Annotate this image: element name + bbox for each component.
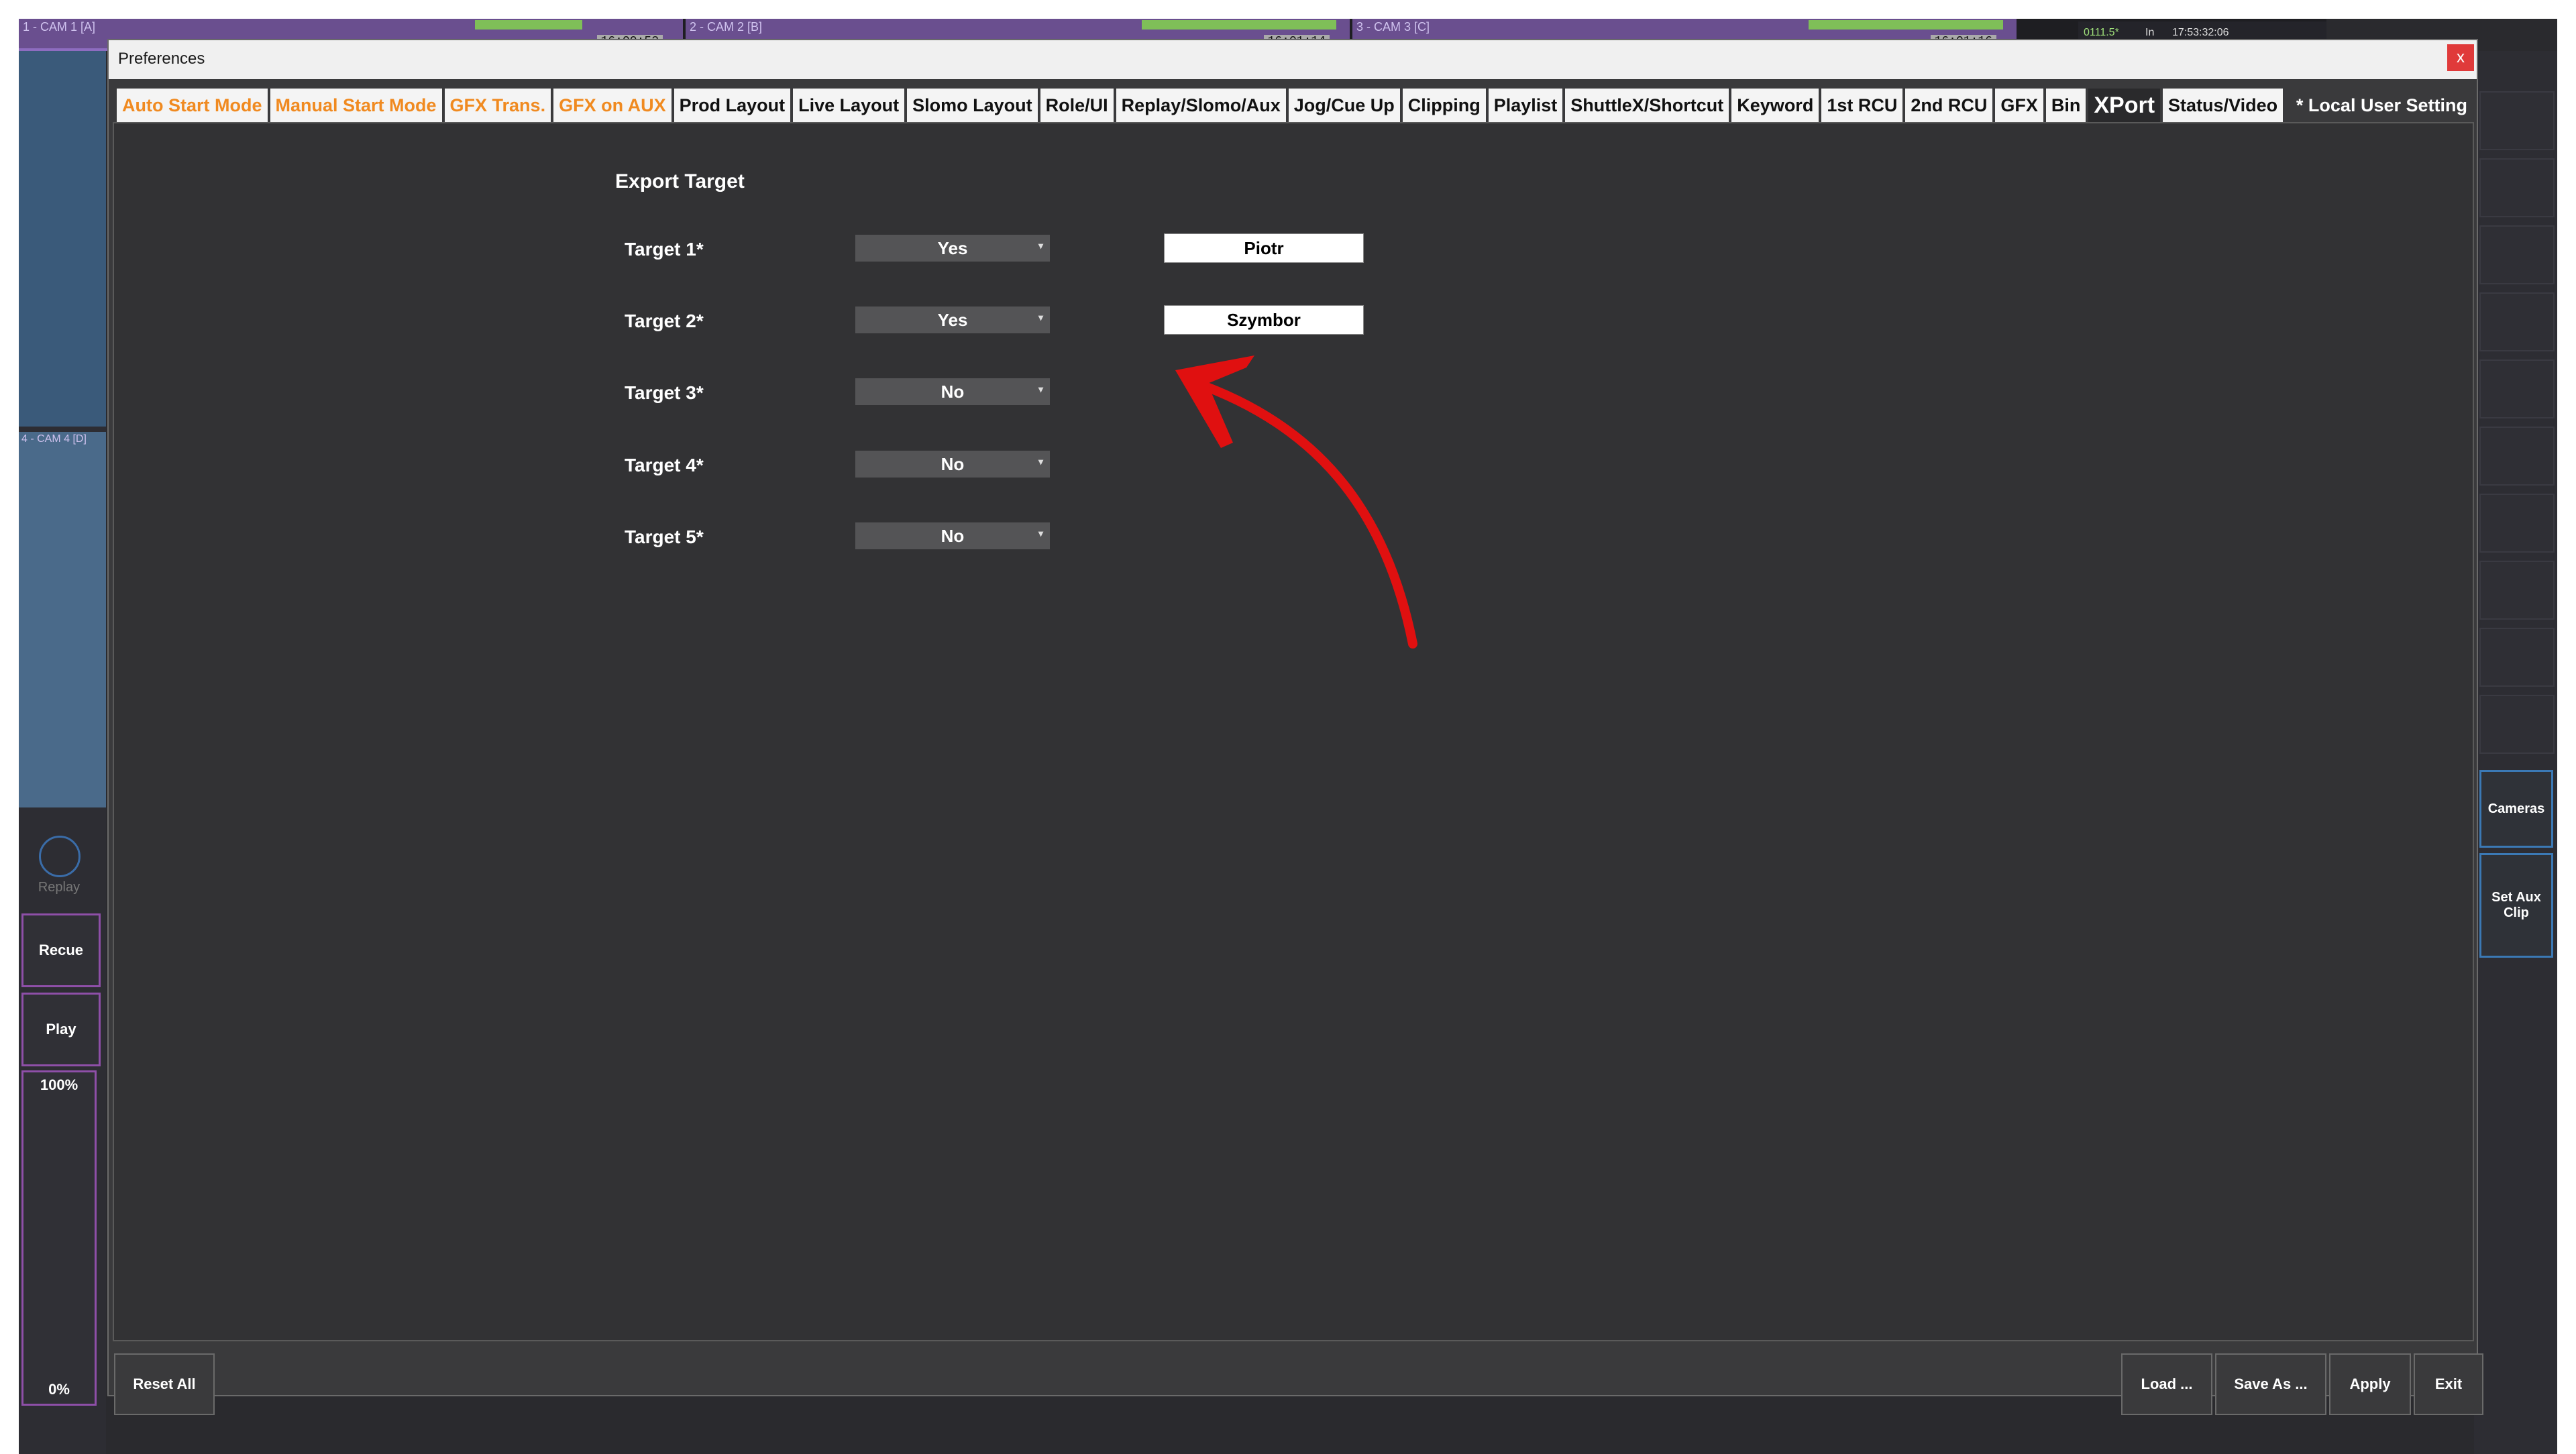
tab-manual-start-mode[interactable]: Manual Start Mode (270, 89, 442, 122)
audio-meter (475, 20, 582, 30)
tab-xport[interactable]: XPort (2088, 89, 2161, 122)
tab-2nd-rcu[interactable]: 2nd RCU (1905, 89, 1993, 122)
status-counter: 0111.5* (2084, 27, 2119, 38)
apply-button[interactable]: Apply (2329, 1353, 2411, 1415)
tab-status-video[interactable]: Status/Video (2163, 89, 2284, 122)
dropdown-value: Yes (937, 237, 968, 258)
target-1-dropdown[interactable]: Yes ▾ (855, 235, 1050, 262)
status-clock: 17:53:32:06 (2172, 27, 2229, 38)
monitor-label: 4 - CAM 4 [D] (21, 433, 87, 445)
speed-min-label: 0% (48, 1381, 70, 1398)
panel-slot[interactable] (2479, 494, 2555, 553)
right-control-panel: Cameras Set Aux Clip (2474, 51, 2557, 1454)
camera-preview-cam4: 4 - CAM 4 [D] (19, 432, 106, 807)
replay-label: Replay (38, 880, 80, 895)
dialog-titlebar: Preferences x (109, 40, 2477, 79)
tab-auto-start-mode[interactable]: Auto Start Mode (117, 89, 268, 122)
panel-slot[interactable] (2479, 561, 2555, 620)
dropdown-value: Yes (937, 309, 968, 330)
set-aux-clip-button[interactable]: Set Aux Clip (2479, 853, 2553, 958)
panel-slot[interactable] (2479, 695, 2555, 754)
dropdown-value: No (941, 453, 965, 474)
tab-gfx-trans[interactable]: GFX Trans. (444, 89, 551, 122)
target-5-label: Target 5* (625, 526, 704, 547)
section-title: Export Target (615, 170, 745, 192)
left-control-panel: 4 - CAM 4 [D] Replay Recue Play 100% 0% (19, 51, 106, 1454)
preferences-tab-bar: Auto Start Mode Manual Start Mode GFX Tran… (117, 89, 2286, 122)
monitor-label: 2 - CAM 2 [B] (690, 20, 763, 34)
exit-button[interactable]: Exit (2414, 1353, 2483, 1415)
dialog-title: Preferences (118, 50, 205, 68)
target-4-dropdown[interactable]: No ▾ (855, 451, 1050, 478)
target-1-name-field[interactable]: Piotr (1164, 233, 1364, 263)
monitor-label: 3 - CAM 3 [C] (1356, 20, 1430, 34)
replay-dial-icon[interactable] (39, 836, 80, 877)
panel-slot[interactable] (2479, 292, 2555, 351)
target-2-label: Target 2* (625, 311, 704, 331)
target-1-label: Target 1* (625, 239, 704, 260)
panel-slot[interactable] (2479, 359, 2555, 418)
tab-role-ui[interactable]: Role/UI (1040, 89, 1114, 122)
audio-meter (1809, 20, 2003, 30)
tab-slomo-layout[interactable]: Slomo Layout (907, 89, 1038, 122)
target-4-label: Target 4* (625, 455, 704, 476)
tab-shuttlex-shortcut[interactable]: ShuttleX/Shortcut (1565, 89, 1729, 122)
panel-slot[interactable] (2479, 91, 2555, 150)
tab-keyword[interactable]: Keyword (1731, 89, 1819, 122)
speed-max-label: 100% (40, 1076, 78, 1093)
tab-live-layout[interactable]: Live Layout (793, 89, 905, 122)
chevron-down-icon: ▾ (1038, 456, 1043, 467)
play-button[interactable]: Play (21, 993, 101, 1066)
chevron-down-icon: ▾ (1038, 384, 1043, 394)
panel-slot[interactable] (2479, 628, 2555, 687)
close-button[interactable]: x (2447, 44, 2474, 71)
load-button[interactable]: Load ... (2121, 1353, 2212, 1415)
chevron-down-icon: ▾ (1038, 240, 1043, 251)
tab-gfx[interactable]: GFX (1995, 89, 2043, 122)
audio-meter (1142, 20, 1336, 30)
tab-bin[interactable]: Bin (2045, 89, 2086, 122)
recue-button[interactable]: Recue (21, 913, 101, 987)
panel-slot[interactable] (2479, 225, 2555, 284)
panel-slot[interactable] (2479, 427, 2555, 486)
status-in-label: In (2145, 27, 2155, 38)
target-2-name-field[interactable]: Szymbor (1164, 305, 1364, 335)
dropdown-value: No (941, 525, 965, 546)
tab-playlist[interactable]: Playlist (1488, 89, 1563, 122)
xport-settings-panel: Export Target Target 1* Yes ▾ Piotr Targ… (113, 122, 2474, 1341)
tab-prod-layout[interactable]: Prod Layout (674, 89, 791, 122)
target-3-label: Target 3* (625, 382, 704, 403)
tab-clipping[interactable]: Clipping (1402, 89, 1486, 122)
preferences-dialog: Preferences x Auto Start Mode Manual Star… (107, 39, 2483, 1415)
panel-slot[interactable] (2479, 158, 2555, 217)
target-5-dropdown[interactable]: No ▾ (855, 522, 1050, 549)
local-user-setting-note: * Local User Setting (2296, 95, 2467, 115)
tab-jog-cue-up[interactable]: Jog/Cue Up (1288, 89, 1400, 122)
camera-preview (19, 51, 106, 427)
speed-fader[interactable]: 100% 0% (21, 1070, 97, 1406)
cameras-button[interactable]: Cameras (2479, 770, 2553, 848)
tab-replay-slomo-aux[interactable]: Replay/Slomo/Aux (1116, 89, 1286, 122)
tab-1st-rcu[interactable]: 1st RCU (1821, 89, 1903, 122)
dropdown-value: No (941, 381, 965, 402)
chevron-down-icon: ▾ (1038, 312, 1043, 323)
tab-gfx-on-aux[interactable]: GFX on AUX (553, 89, 672, 122)
target-2-dropdown[interactable]: Yes ▾ (855, 306, 1050, 333)
reset-all-button[interactable]: Reset All (114, 1353, 215, 1415)
chevron-down-icon: ▾ (1038, 528, 1043, 539)
replay-application: 1 - CAM 1 [A] 16:00:52 2 - CAM 2 [B] 16:… (19, 19, 2557, 1454)
monitor-label: 1 - CAM 1 [A] (23, 20, 96, 34)
target-3-dropdown[interactable]: No ▾ (855, 378, 1050, 405)
save-as-button[interactable]: Save As ... (2215, 1353, 2326, 1415)
